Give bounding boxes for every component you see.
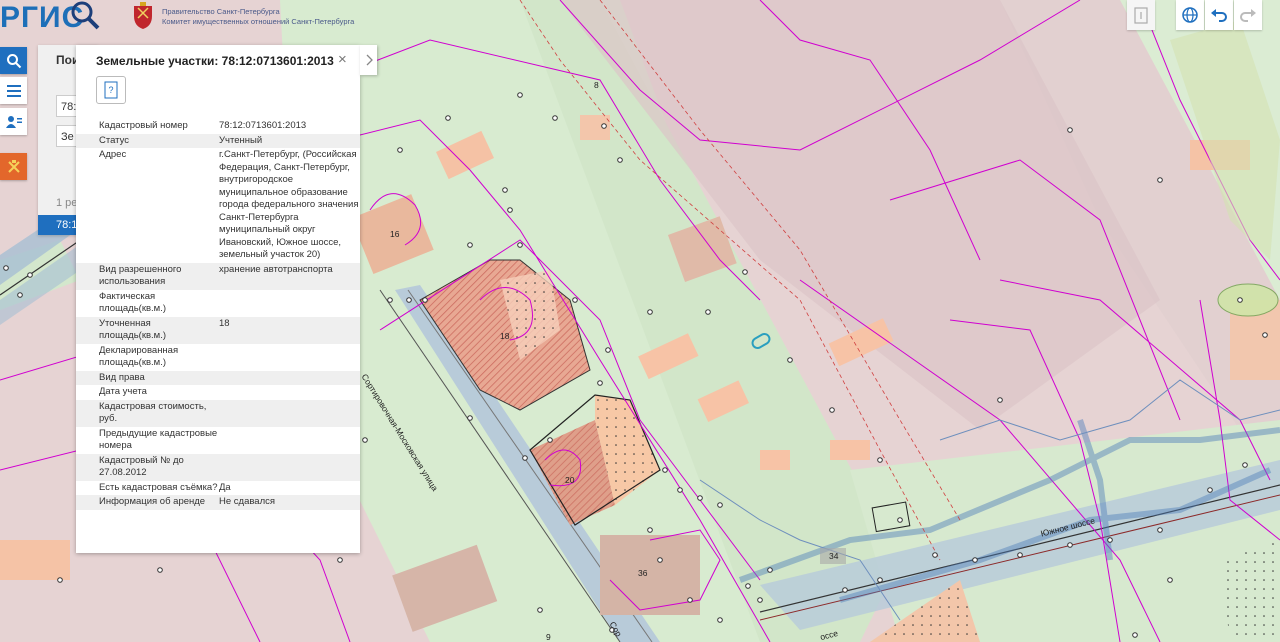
redo-button[interactable] [1234,0,1262,30]
attribute-value [219,291,359,316]
attribute-row: Дата учета [76,385,360,400]
undo-icon [1211,9,1227,22]
spb-layer-button[interactable] [0,153,27,180]
attribute-row: Фактическая площадь(кв.м.) [76,290,360,317]
document-button[interactable]: ? [96,76,126,104]
clipboard-icon [1134,7,1148,24]
map-label-20: 20 [565,475,575,485]
attribute-key: Кадастровый номер [99,120,188,131]
globe-button[interactable] [1176,0,1204,30]
attribute-value: Учтенный [219,134,263,146]
attribute-row: Статус Учтенный [76,133,360,148]
rgis-logo[interactable]: РГИС [0,0,100,36]
attribute-row: Вид разрешенного использования хранение а… [76,262,360,290]
attribute-key: Адрес [99,149,127,160]
attribute-key: Кадастровый № до 27.08.2012 [99,454,184,479]
attribute-row: Кадастровый номер 78:12:0713601:2013 [76,119,360,134]
user-list-icon [5,115,22,128]
chevron-right-icon [366,54,373,66]
attribute-key: Информация об аренде [99,496,206,507]
attribute-value: г.Санкт-Петербург, (Российская Федерация… [219,149,359,260]
attribute-value: 18 [219,317,230,329]
undo-button[interactable] [1205,0,1233,30]
attribute-row: Вид права [76,370,360,385]
attribute-value [219,455,359,480]
search-button[interactable] [0,47,27,74]
attribute-value: Да [219,481,231,493]
attribute-value: хранение автотранспорта [219,263,333,275]
attribute-key: Есть кадастровая съёмка? [99,481,218,493]
attribute-value [219,386,359,399]
attribute-row: Декларированная площадь(кв.м.) [76,344,360,371]
attribute-key: Предыдущие кадастровые номера [99,427,218,452]
clipboard-button[interactable] [1127,0,1155,30]
attribute-key: Статус [99,134,130,146]
attribute-key: Вид права [99,371,145,383]
hamburger-menu-icon [6,84,21,97]
attribute-key: Вид разрешенного использования [99,263,182,288]
attribute-table: Кадастровый номер 78:12:0713601:2013 Стату… [76,119,360,510]
search-icon [6,53,21,68]
collapse-card-button[interactable] [360,45,377,75]
gov-line-1: Правительство Санкт-Петербурга [162,7,280,16]
redo-icon [1240,9,1256,22]
attribute-value [219,428,359,453]
attribute-row: Предыдущие кадастровые номера [76,427,360,454]
map-label-36: 36 [638,568,648,578]
attribute-value [219,401,359,426]
attribute-key: Декларированная площадь(кв.м.) [99,344,179,369]
map-label-16: 16 [390,229,400,239]
close-card-button[interactable]: × [338,52,347,67]
attribute-key: Кадастровая стоимость, руб. [99,400,207,425]
attribute-key: Дата учета [99,386,147,397]
map-label-8: 8 [594,80,599,90]
magnifier-logo-icon [71,1,100,30]
search-result-count: 1 ре [56,197,78,209]
spb-emblem-icon [7,159,20,173]
attribute-key: Фактическая площадь(кв.м.) [99,290,167,315]
attribute-key: Уточненная площадь(кв.м.) [99,317,167,342]
government-header: Правительство Санкт-Петербурга Комитет и… [132,2,354,30]
map-label-9: 9 [546,632,551,642]
attribute-row: Уточненная площадь(кв.м.) 18 [76,316,360,344]
gov-line-2: Комитет имущественных отношений Санкт-Пе… [162,17,355,26]
attribute-value [219,345,359,370]
attribute-row: Информация об аренде Не сдавался [76,495,360,510]
map-label-18: 18 [500,331,510,341]
attribute-row: Кадастровая стоимость, руб. [76,399,360,427]
attribute-row: Адрес г.Санкт-Петербург, (Российская Феде… [76,148,360,263]
globe-icon [1182,7,1198,23]
attribute-value: 78:12:0713601:2013 [219,120,307,131]
coat-of-arms-icon [134,2,152,29]
parcel-info-card: Земельные участки: 78:12:0713601:2013 × … [76,45,360,553]
map-label-34: 34 [829,551,839,561]
attribute-row: Есть кадастровая съёмка? Да [76,481,360,496]
document-icon-label: ? [108,85,114,95]
card-title: Земельные участки: 78:12:0713601:2013 [96,54,334,68]
attribute-value [219,372,359,385]
attribute-row: Кадастровый № до 27.08.2012 [76,453,360,481]
menu-button[interactable] [0,77,27,104]
user-list-button[interactable] [0,108,27,135]
attribute-value: Не сдавался [219,496,276,507]
